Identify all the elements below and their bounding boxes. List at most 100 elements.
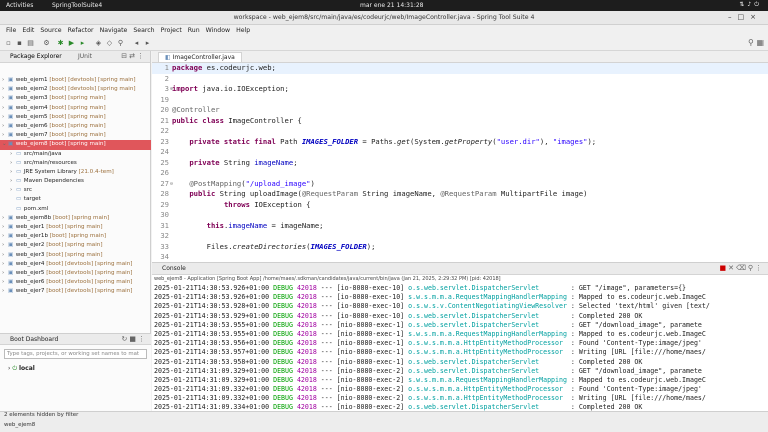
tree-item[interactable]: ▭ pom.xml bbox=[0, 205, 151, 214]
code-line[interactable]: 27 ⊖ @PostMapping("/upload_image") bbox=[152, 179, 768, 190]
perspective-switcher[interactable]: ⚲ ▦ bbox=[748, 38, 764, 47]
code-line[interactable]: 28 public String uploadImage(@RequestPar… bbox=[152, 189, 768, 200]
code-line[interactable]: 31 this.imageName = imageName; bbox=[152, 221, 768, 232]
system-tray[interactable]: ⇅♪⏻ bbox=[739, 1, 762, 9]
boot-filter-input[interactable]: Type tags, projects, or working set name… bbox=[4, 349, 147, 359]
new-icon[interactable]: ▫ bbox=[4, 39, 13, 48]
menu-navigate[interactable]: Navigate bbox=[100, 27, 128, 34]
tree-item[interactable]: › ▣ web_ejer1b [boot] [spring main] bbox=[0, 232, 151, 241]
maximize-icon[interactable]: □ bbox=[738, 13, 751, 21]
menu-project[interactable]: Project bbox=[161, 27, 182, 34]
tree-item[interactable]: › ▣ web_ejem5 [boot] [spring main] bbox=[0, 113, 151, 122]
code-area[interactable]: 1 package es.codeurjc.web; 2 3 ⊕ import java.… bbox=[152, 63, 768, 273]
line-number: 23 bbox=[160, 136, 169, 146]
code-line[interactable]: 34 bbox=[152, 252, 768, 263]
code-line[interactable]: 32 bbox=[152, 231, 768, 242]
stop-icon[interactable]: ■ bbox=[129, 335, 138, 343]
code-line[interactable]: 25 private String imageName; bbox=[152, 158, 768, 169]
tree-item-label: web_ejer3 bbox=[15, 251, 45, 258]
tree-item[interactable]: › ▣ web_ejer6 [boot] [devtools] [spring m… bbox=[0, 278, 151, 287]
save-all-icon[interactable]: ▤ bbox=[26, 39, 35, 48]
collapse-all-icon[interactable]: ⊟ bbox=[121, 52, 129, 60]
code-line[interactable]: 20 @Controller bbox=[152, 105, 768, 116]
menu-edit[interactable]: Edit bbox=[22, 27, 34, 34]
remove-icon[interactable]: ✕ bbox=[728, 264, 736, 272]
menu-search[interactable]: Search bbox=[133, 27, 154, 34]
run-icon[interactable]: ▶ bbox=[67, 39, 76, 48]
tab-package-explorer[interactable]: Package Explorer bbox=[10, 53, 62, 60]
tree-item[interactable]: ▭ target bbox=[0, 195, 151, 204]
code-line[interactable]: 24 bbox=[152, 147, 768, 158]
clock[interactable]: mar ene 21 14:31:28 bbox=[360, 2, 423, 9]
menu-source[interactable]: Source bbox=[40, 27, 61, 34]
code-line[interactable]: 22 bbox=[152, 126, 768, 137]
view-menu-icon[interactable]: ⋮ bbox=[137, 52, 146, 60]
tree-item[interactable]: › ▣ web_ejer5 [boot] [devtools] [spring m… bbox=[0, 269, 151, 278]
tree-item[interactable]: › ▣ web_ejem8b [boot] [spring main] bbox=[0, 214, 151, 223]
tree-item[interactable]: › ▣ web_ejer1 [boot] [spring main] bbox=[0, 223, 151, 232]
new-java-icon[interactable]: ◈ bbox=[94, 39, 103, 48]
tree-item[interactable]: › ▣ web_ejem3 [boot] [spring main] bbox=[0, 94, 151, 103]
menu-help[interactable]: Help bbox=[236, 27, 250, 34]
tree-item[interactable]: ⌄▣ web_ejem8 [boot] [spring main] bbox=[0, 140, 151, 150]
tree-item[interactable]: › ▭ JRE System Library [21.0.4-tem] bbox=[0, 168, 151, 177]
tab-junit[interactable]: JUnit bbox=[78, 53, 92, 60]
build-icon[interactable]: ⚙ bbox=[42, 39, 51, 48]
tree-item[interactable]: › ▣ web_ejer7 [boot] [devtools] [spring m… bbox=[0, 287, 151, 296]
tree-item[interactable]: › ▣ web_ejem1 [boot] [devtools] [spring m… bbox=[0, 76, 151, 85]
search-icon[interactable]: ⚲ bbox=[748, 38, 754, 47]
terminate-icon[interactable]: ■ bbox=[719, 264, 728, 272]
code-line[interactable]: 19 bbox=[152, 95, 768, 106]
next-edit-icon[interactable]: ▸ bbox=[143, 39, 152, 48]
code-line[interactable]: 33 Files.createDirectories(IMAGES_FOLDER… bbox=[152, 242, 768, 253]
minimize-icon[interactable]: – bbox=[728, 13, 738, 21]
log-message: : GET "/image", parameters={} bbox=[566, 284, 687, 292]
tab-imagecontroller[interactable]: ◧ ImageController.java bbox=[158, 52, 242, 62]
code-line[interactable]: 26 bbox=[152, 168, 768, 179]
log-level: DEBUG bbox=[273, 320, 293, 329]
console-output[interactable]: 2025-01-21T14:30:53.926+01:00 DEBUG 4201… bbox=[152, 284, 768, 413]
view-menu-icon[interactable]: ⋮ bbox=[755, 264, 764, 272]
menu-window[interactable]: Window bbox=[206, 27, 230, 34]
code-line[interactable]: 29 throws IOException { bbox=[152, 200, 768, 211]
tree-item[interactable]: › ▭ Maven Dependencies bbox=[0, 177, 151, 186]
log-message: : Found 'Content-Type:image/jpeg' bbox=[566, 339, 702, 348]
code-line[interactable]: 3 ⊕ import java.io.IOException; bbox=[152, 84, 768, 95]
code-line[interactable]: 23 private static final Path IMAGES_FOLD… bbox=[152, 137, 768, 148]
code-line[interactable]: 2 bbox=[152, 74, 768, 85]
tree-item[interactable]: › ▣ web_ejem7 [boot] [spring main] bbox=[0, 131, 151, 140]
log-logger: o.s.web.servlet.DispatcherServlet bbox=[408, 366, 567, 375]
search-icon[interactable]: ⚲ bbox=[116, 39, 125, 48]
pin-icon[interactable]: ⚲ bbox=[748, 264, 755, 272]
previous-edit-icon[interactable]: ◂ bbox=[132, 39, 141, 48]
view-menu-icon[interactable]: ⋮ bbox=[138, 335, 147, 343]
code-line[interactable]: 21 public class ImageController { bbox=[152, 116, 768, 127]
tree-item[interactable]: › ▭ src/main/resources bbox=[0, 159, 151, 168]
tree-item[interactable]: › ▣ web_ejer3 [boot] [spring main] bbox=[0, 251, 151, 260]
tree-item[interactable]: › ▭ src bbox=[0, 186, 151, 195]
tree-item[interactable]: › ▣ web_ejer4 [boot] [devtools] [spring m… bbox=[0, 260, 151, 269]
menu-run[interactable]: Run bbox=[188, 27, 200, 34]
tree-item[interactable]: › ▣ web_ejem4 [boot] [spring main] bbox=[0, 104, 151, 113]
menu-file[interactable]: File bbox=[6, 27, 16, 34]
debug-icon[interactable]: ✱ bbox=[56, 39, 65, 48]
close-icon[interactable]: × bbox=[750, 13, 762, 21]
tree-item[interactable]: › ▣ web_ejem6 [boot] [spring main] bbox=[0, 122, 151, 131]
tab-console[interactable]: Console bbox=[162, 265, 186, 272]
code-text: @Controller bbox=[172, 105, 220, 114]
link-editor-icon[interactable]: ⇄ bbox=[129, 52, 137, 60]
app-menu[interactable]: SpringToolSuite4 bbox=[52, 2, 102, 9]
save-icon[interactable]: ▪ bbox=[15, 39, 24, 48]
run-external-icon[interactable]: ▸ bbox=[78, 39, 87, 48]
perspective-icon[interactable]: ▦ bbox=[756, 38, 764, 47]
open-type-icon[interactable]: ◇ bbox=[105, 39, 114, 48]
tree-item[interactable]: › ▣ web_ejer2 [boot] [spring main] bbox=[0, 241, 151, 250]
menu-refactor[interactable]: Refactor bbox=[68, 27, 94, 34]
activities-button[interactable]: Activities bbox=[6, 2, 33, 9]
clear-icon[interactable]: ⌫ bbox=[736, 264, 748, 272]
tree-item[interactable]: › ▣ web_ejem2 [boot] [devtools] [spring m… bbox=[0, 85, 151, 94]
local-target[interactable]: › ⏻ local bbox=[0, 365, 151, 373]
tree-item[interactable]: › ▭ src/main/java bbox=[0, 150, 151, 159]
code-line[interactable]: 1 package es.codeurjc.web; bbox=[152, 63, 768, 74]
code-line[interactable]: 30 bbox=[152, 210, 768, 221]
